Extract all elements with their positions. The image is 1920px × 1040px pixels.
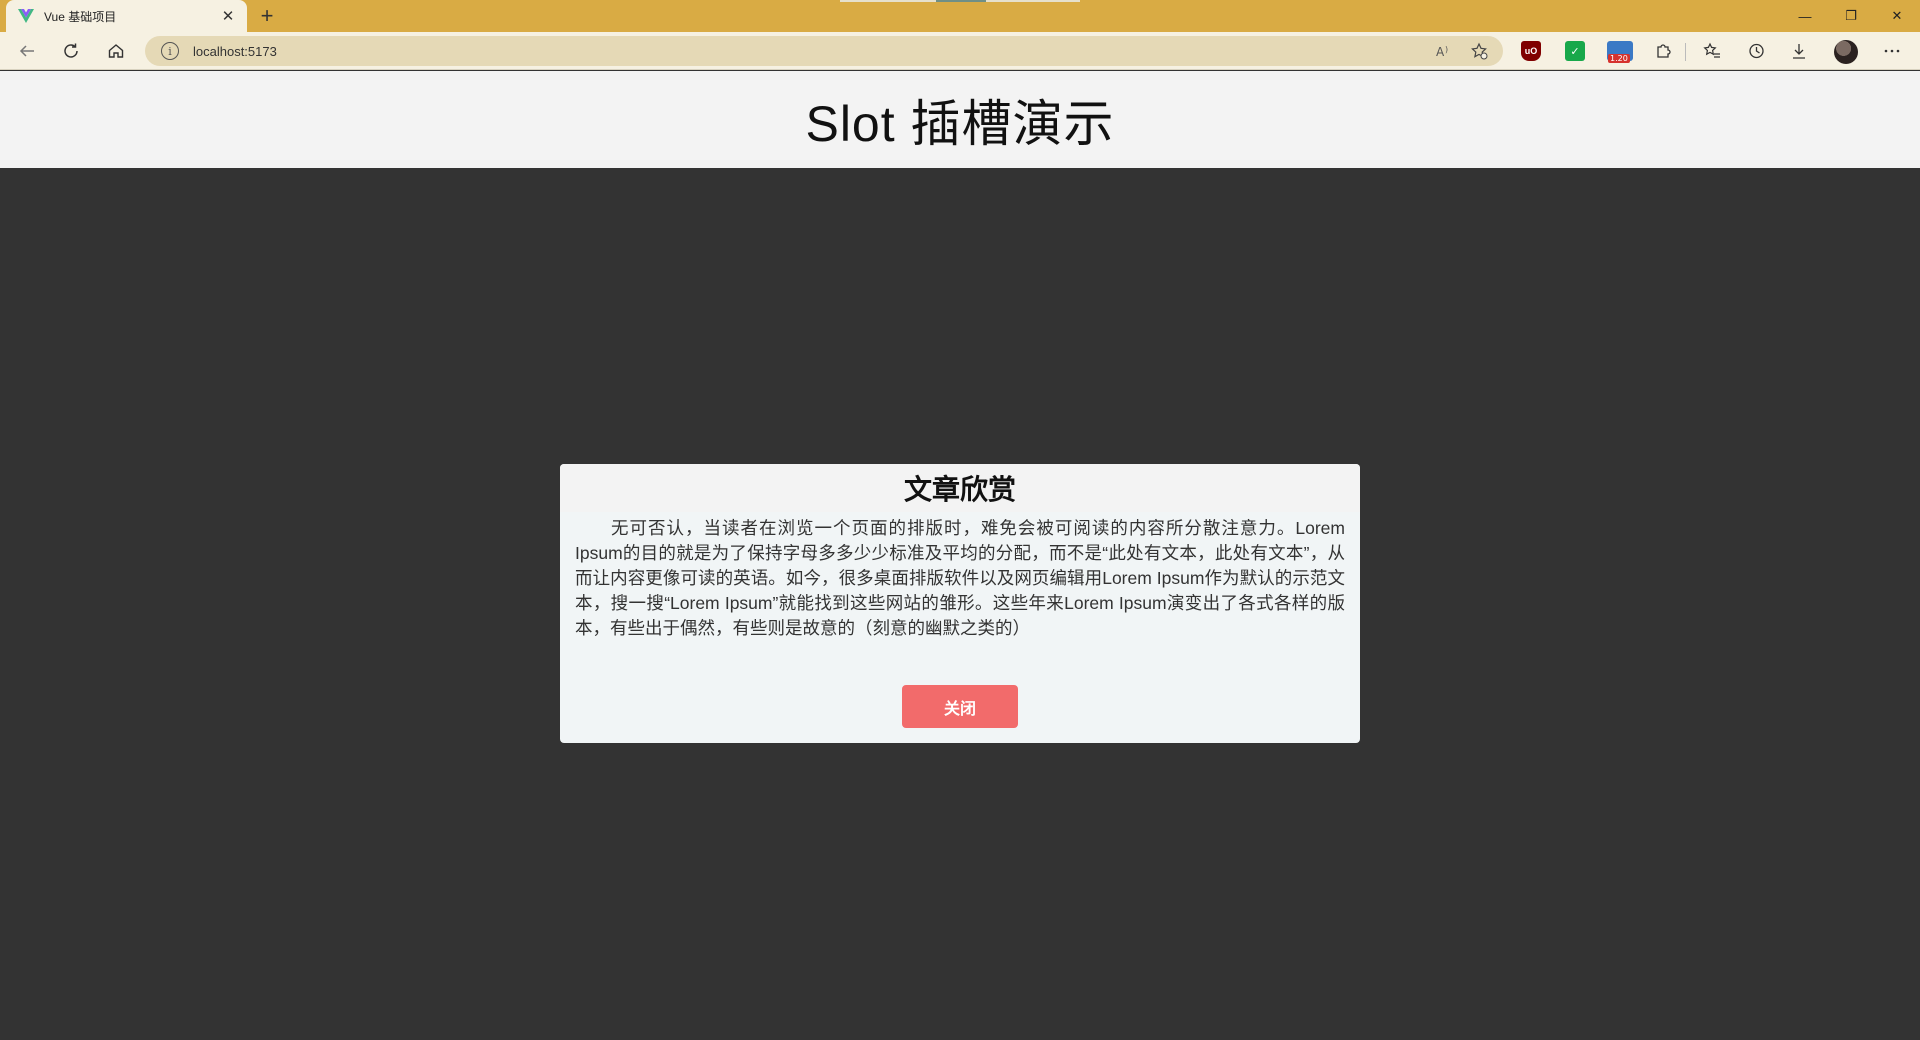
- tab-title: Vue 基础项目: [44, 9, 117, 24]
- add-favorite-icon[interactable]: [1467, 39, 1491, 63]
- vue-logo-icon: [18, 8, 34, 24]
- reload-icon[interactable]: [58, 38, 84, 64]
- tab-close-icon[interactable]: ✕: [219, 7, 237, 25]
- page-header: Slot 插槽演示: [0, 71, 1920, 168]
- window-controls: — ❐ ✕: [1782, 0, 1920, 32]
- close-window-button[interactable]: ✕: [1874, 0, 1920, 32]
- green-extension-icon[interactable]: ✓: [1565, 41, 1585, 61]
- page-title: Slot 插槽演示: [805, 95, 1115, 152]
- tab-strip: Vue 基础项目 ✕ + — ❐ ✕: [0, 0, 1920, 32]
- minimize-button[interactable]: —: [1782, 0, 1828, 32]
- browser-toolbar: i localhost:5173 A) uO ✓ 1.20: [0, 32, 1920, 70]
- profile-avatar[interactable]: [1834, 40, 1858, 64]
- downloads-icon[interactable]: [1786, 38, 1812, 64]
- extension-badge: 1.20: [1608, 54, 1630, 63]
- back-icon[interactable]: [14, 38, 40, 64]
- badge-extension-icon[interactable]: 1.20: [1607, 41, 1633, 63]
- modal-footer: 关闭: [560, 685, 1360, 728]
- svg-text:): ): [1445, 45, 1448, 54]
- site-info-icon[interactable]: i: [161, 42, 179, 60]
- window-drag-indicator: [840, 0, 1080, 2]
- new-tab-button[interactable]: +: [255, 3, 279, 28]
- ublock-extension-icon[interactable]: uO: [1521, 41, 1541, 61]
- extensions-puzzle-icon[interactable]: [1650, 38, 1676, 64]
- browser-tab[interactable]: Vue 基础项目 ✕: [6, 0, 247, 32]
- modal-header: 文章欣赏: [560, 464, 1360, 512]
- svg-text:A: A: [1436, 45, 1445, 58]
- more-options-icon[interactable]: [1879, 38, 1905, 64]
- article-modal: 文章欣赏 无可否认，当读者在浏览一个页面的排版时，难免会被可阅读的内容所分散注意…: [560, 464, 1360, 743]
- read-aloud-icon[interactable]: A): [1433, 39, 1457, 63]
- close-button[interactable]: 关闭: [902, 685, 1018, 728]
- favorites-icon[interactable]: [1699, 38, 1725, 64]
- modal-title: 文章欣赏: [903, 474, 1016, 505]
- restore-button[interactable]: ❐: [1828, 0, 1874, 32]
- address-bar[interactable]: i localhost:5173 A): [145, 36, 1503, 66]
- toolbar-separator: [1685, 43, 1686, 61]
- address-url[interactable]: localhost:5173: [193, 44, 1433, 59]
- modal-body-text: 无可否认，当读者在浏览一个页面的排版时，难免会被可阅读的内容所分散注意力。Lor…: [575, 518, 1345, 638]
- history-icon[interactable]: [1743, 38, 1769, 64]
- home-icon[interactable]: [103, 38, 129, 64]
